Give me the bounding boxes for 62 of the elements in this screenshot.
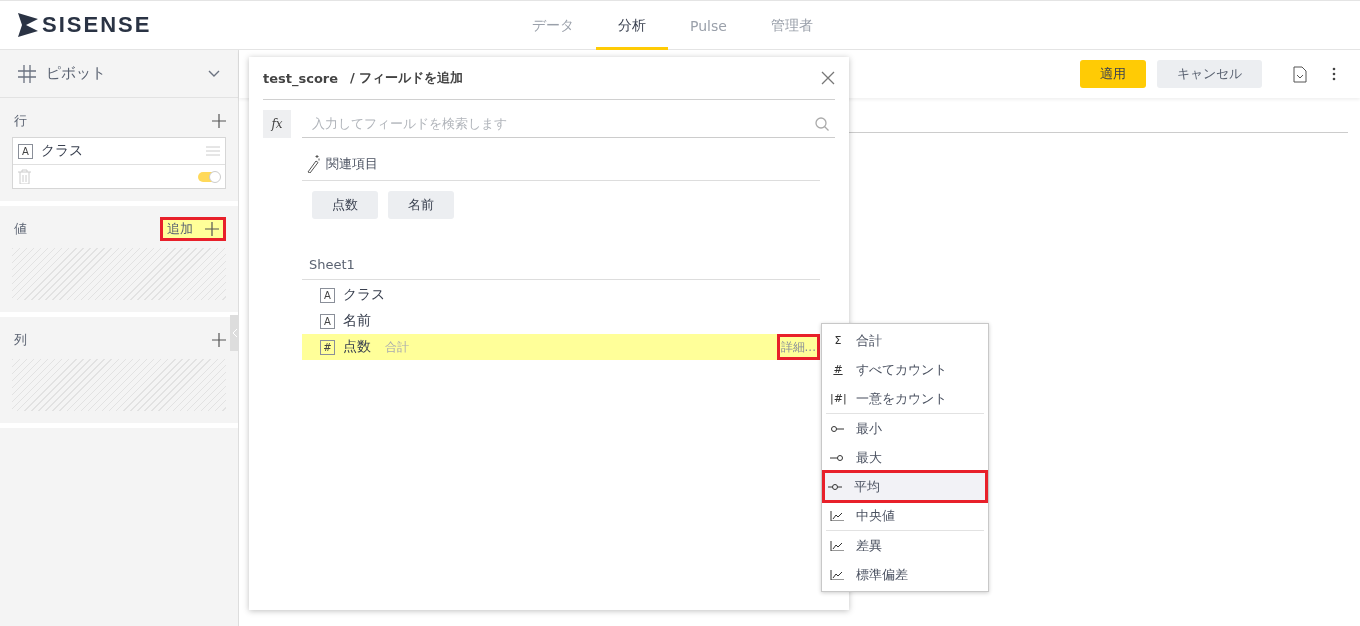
type-icon: A — [18, 143, 33, 159]
symbol-icon: Σ — [830, 334, 846, 347]
menu-item[interactable]: 標準偏差 — [826, 560, 984, 589]
plus-icon[interactable] — [212, 114, 226, 128]
max-line-icon — [830, 452, 846, 463]
type-icon: A — [320, 313, 335, 329]
menu-item[interactable]: 中央値 — [826, 501, 984, 530]
file-icon[interactable] — [1293, 65, 1307, 83]
apply-button[interactable]: 適用 — [1080, 60, 1146, 88]
symbol-icon: # — [830, 363, 846, 376]
table-heading: Sheet1 — [302, 257, 820, 280]
search-field[interactable]: 入力してフィールドを検索します — [310, 115, 815, 132]
menu-item[interactable]: # すべてカウント — [826, 355, 984, 384]
search-icon — [815, 116, 829, 131]
cancel-button[interactable]: キャンセル — [1157, 60, 1262, 88]
menu-item[interactable]: Σ 合計 — [826, 326, 984, 355]
widget-type-label: ピボット — [46, 64, 107, 83]
type-icon: A — [320, 287, 335, 303]
menu-item[interactable]: 最大 — [826, 443, 984, 472]
line-chart-icon — [830, 540, 846, 551]
section-label: 列 — [14, 331, 27, 349]
menu-item[interactable]: 最小 — [826, 414, 984, 443]
symbol-icon: |#| — [830, 392, 846, 405]
formula-button[interactable]: fx — [263, 110, 291, 138]
aggregation-label: 合計 — [385, 338, 410, 356]
menu-item[interactable]: |#| 一意をカウント — [826, 384, 984, 413]
add-button[interactable]: 追加 — [160, 217, 226, 241]
average-line-icon — [828, 481, 844, 492]
suggestion-chip[interactable]: 点数 — [312, 191, 378, 219]
field-name: クラス — [41, 142, 84, 160]
field-row[interactable]: A クラス — [302, 282, 820, 308]
magic-wand-icon — [306, 155, 320, 173]
field-row[interactable]: A 名前 — [302, 308, 820, 334]
plus-icon[interactable] — [212, 333, 226, 347]
drag-handle-icon[interactable] — [206, 146, 220, 156]
min-line-icon — [830, 423, 846, 434]
more-icon[interactable] — [1332, 67, 1336, 81]
suggestion-chip[interactable]: 名前 — [388, 191, 454, 219]
toggle-switch[interactable] — [198, 171, 220, 182]
logo-text: SISENSE — [42, 12, 152, 38]
plus-icon — [205, 222, 219, 236]
menu-item[interactable]: 平均 — [824, 472, 986, 501]
logo-icon — [18, 13, 38, 37]
section-label: 値 — [14, 220, 27, 238]
data-source-name: test_score — [263, 70, 339, 86]
field-row[interactable]: # 点数 合計 詳細... — [302, 334, 820, 360]
dialog-title: / フィールドを追加 — [350, 69, 465, 87]
line-chart-icon — [830, 569, 846, 580]
section-label: 行 — [14, 112, 27, 130]
field-name: 名前 — [343, 312, 371, 330]
close-icon[interactable] — [821, 71, 835, 85]
grid-icon — [18, 64, 36, 83]
collapse-handle[interactable] — [230, 315, 239, 351]
section-label: 関連項目 — [326, 155, 378, 173]
chevron-left-icon — [232, 329, 237, 337]
chevron-down-icon[interactable] — [208, 70, 220, 77]
type-icon: # — [320, 339, 335, 355]
nav-tab[interactable]: 分析 — [596, 1, 668, 50]
menu-item[interactable]: 差異 — [826, 531, 984, 560]
field-name: 点数 — [343, 338, 371, 356]
field-name: クラス — [343, 286, 385, 304]
line-chart-icon — [830, 510, 846, 521]
